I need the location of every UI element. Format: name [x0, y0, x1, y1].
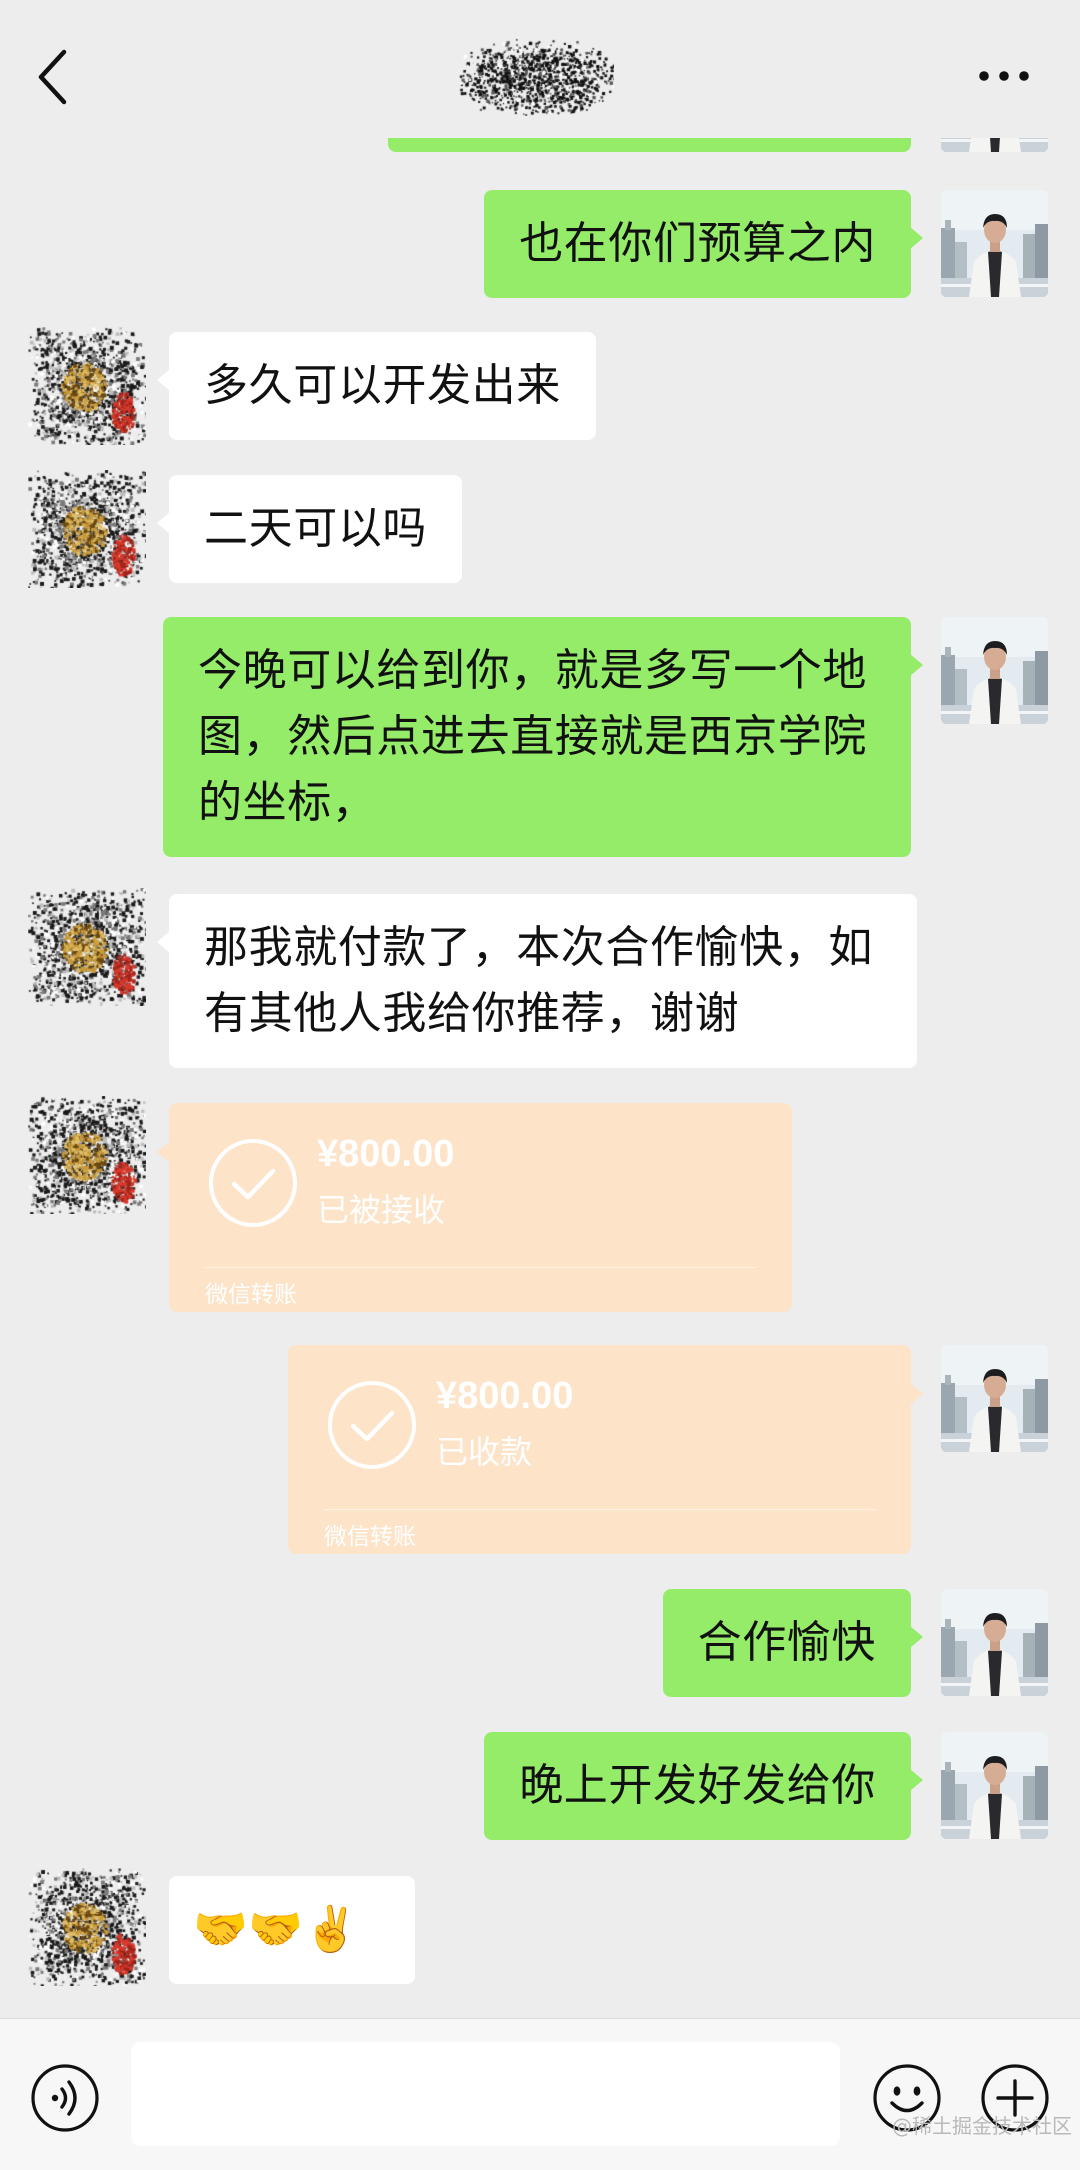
- sent-message-bubble[interactable]: 今晚可以给到你，就是多写一个地图，然后点进去直接就是西京学院的坐标，: [163, 617, 923, 857]
- contact-avatar[interactable]: [28, 470, 146, 588]
- message-text: 也在你们预算之内: [519, 218, 876, 269]
- transfer-status: 已被接收: [317, 1191, 446, 1229]
- input-bar: [0, 2018, 1080, 2170]
- chat-title-obscured: [458, 38, 614, 116]
- contact-avatar[interactable]: [28, 1868, 146, 1986]
- chat-screen: 也在你们预算之内 多久可以开发出来 二天可以吗 今晚可以给到你，就是多写一个地图…: [0, 0, 1080, 2170]
- my-avatar[interactable]: [941, 190, 1048, 297]
- voice-icon[interactable]: [29, 2062, 101, 2134]
- message-text: 多久可以开发出来: [204, 360, 561, 411]
- transfer-status: 已收款: [436, 1433, 533, 1471]
- contact-avatar[interactable]: [28, 327, 146, 445]
- transfer-divider: [205, 1267, 756, 1268]
- message-text: 今晚可以给到你，就是多写一个地图，然后点进去直接就是西京学院的坐标，: [198, 645, 867, 828]
- message-input[interactable]: [131, 2042, 840, 2146]
- sent-message-bubble[interactable]: 晚上开发好发给你: [484, 1732, 923, 1840]
- transfer-card-received[interactable]: ¥800.00 已被接收 微信转账: [157, 1103, 792, 1312]
- transfer-label: 微信转账: [205, 1282, 297, 1308]
- message-text: 晚上开发好发给你: [519, 1760, 876, 1811]
- message-emoji-text: 🤝🤝✌️: [193, 1904, 360, 1955]
- sent-message-bubble[interactable]: 也在你们预算之内: [484, 190, 923, 298]
- my-avatar[interactable]: [941, 1589, 1048, 1696]
- my-avatar[interactable]: [941, 1345, 1048, 1452]
- sent-message-bubble[interactable]: 合作愉快: [662, 1589, 924, 1697]
- received-message-bubble[interactable]: 那我就付款了，本次合作愉快，如有其他人我给你推荐，谢谢: [157, 894, 917, 1068]
- check-circle-icon: [209, 1139, 297, 1227]
- received-message-bubble[interactable]: 🤝🤝✌️: [169, 1876, 415, 1984]
- more-dots-icon[interactable]: [972, 58, 1036, 94]
- transfer-label: 微信转账: [324, 1524, 416, 1550]
- message-text: 二天可以吗: [204, 503, 427, 554]
- contact-avatar[interactable]: [28, 888, 146, 1006]
- transfer-divider: [324, 1509, 875, 1510]
- message-text: 那我就付款了，本次合作愉快，如有其他人我给你推荐，谢谢: [204, 922, 873, 1039]
- transfer-amount: ¥800.00: [436, 1375, 574, 1417]
- received-message-bubble[interactable]: 多久可以开发出来: [157, 332, 596, 440]
- check-circle-icon: [328, 1381, 416, 1469]
- my-avatar[interactable]: [941, 1732, 1048, 1839]
- transfer-amount: ¥800.00: [317, 1133, 455, 1175]
- received-message-bubble[interactable]: 二天可以吗: [157, 475, 462, 583]
- chat-header: [0, 0, 1080, 138]
- message-text: 合作愉快: [697, 1617, 876, 1668]
- transfer-card-sent[interactable]: ¥800.00 已收款 微信转账: [288, 1345, 923, 1554]
- my-avatar[interactable]: [941, 617, 1048, 724]
- watermark: @稀土掘金技术社区: [892, 2114, 1072, 2138]
- chevron-left-icon[interactable]: [34, 48, 74, 106]
- contact-avatar[interactable]: [28, 1096, 146, 1214]
